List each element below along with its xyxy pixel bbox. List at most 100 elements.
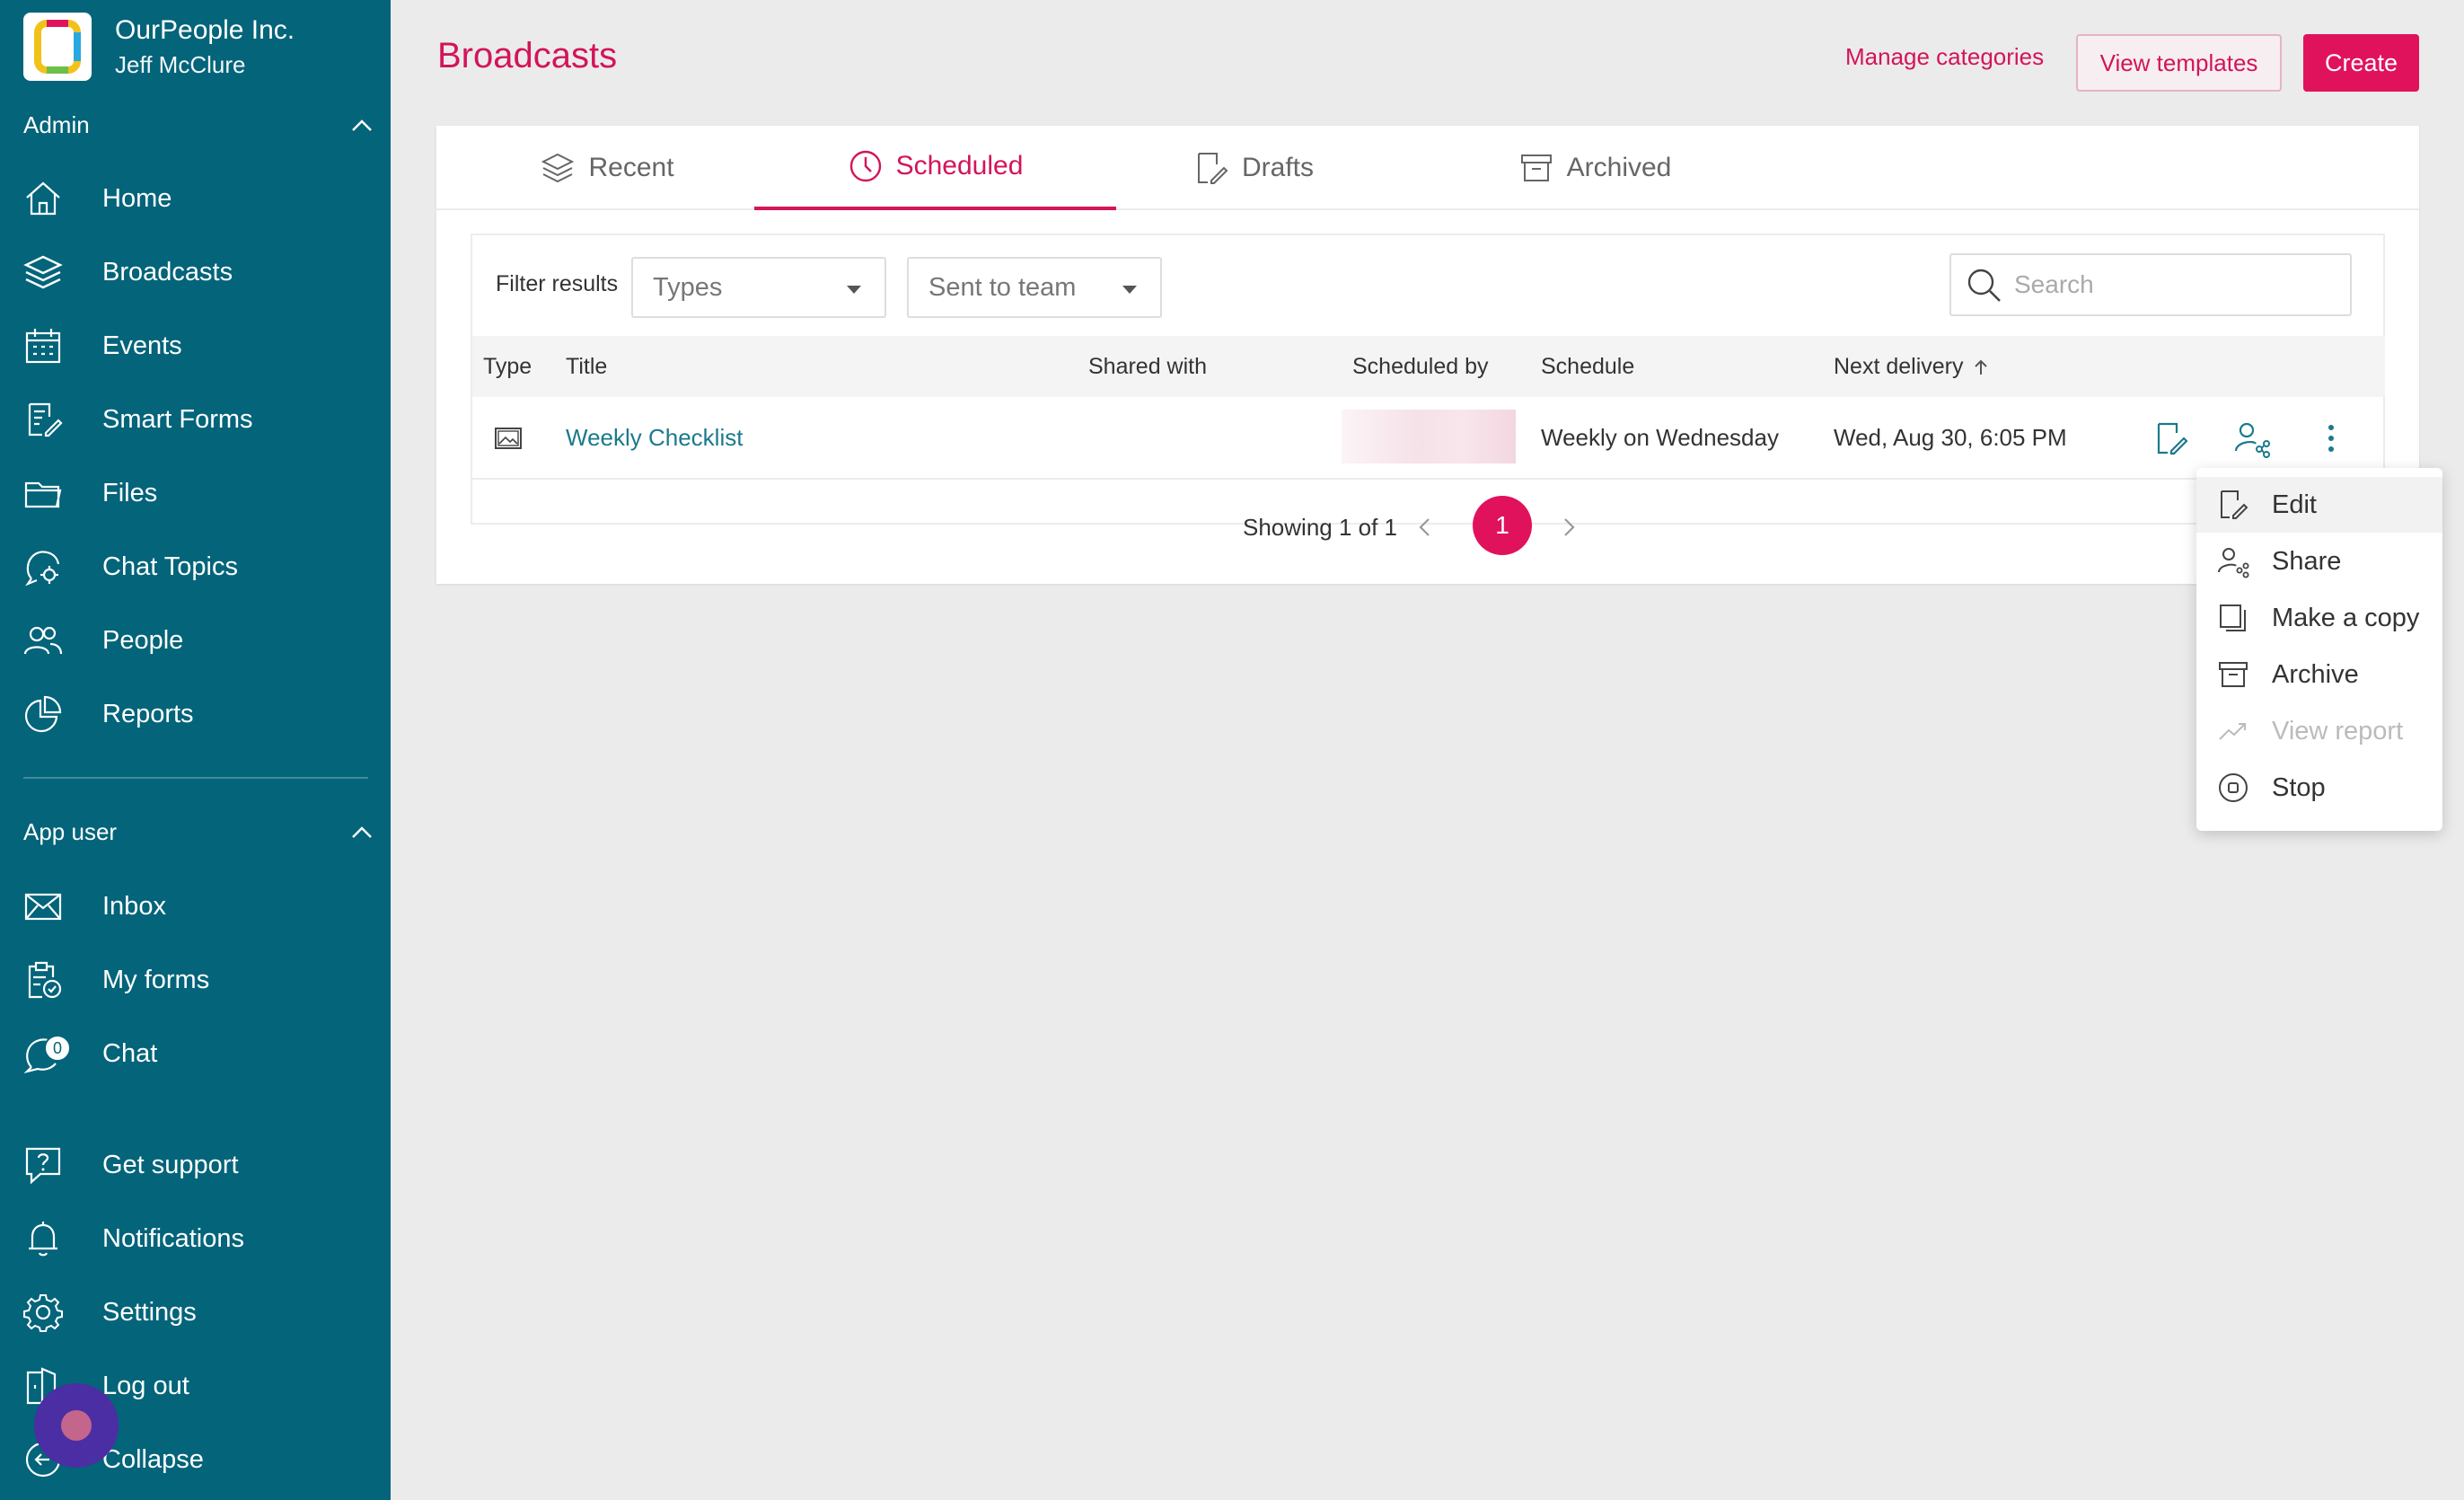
share-icon (2234, 422, 2270, 458)
layers-icon (541, 153, 575, 183)
pie-chart-icon (22, 693, 65, 736)
sidebar-item-chat[interactable]: 0 Chat (22, 1027, 157, 1081)
search-box[interactable] (1949, 253, 2352, 316)
sidebar-item-home[interactable]: Home (22, 172, 172, 225)
menu-item-make-a-copy[interactable]: Make a copy (2196, 590, 2442, 646)
pagination: Showing 1 of 1 1 (472, 496, 2385, 559)
chat-icon: 0 (22, 1032, 71, 1075)
sidebar-item-settings[interactable]: Settings (22, 1285, 197, 1339)
search-icon (1967, 269, 2001, 302)
edit-row-button[interactable] (2150, 417, 2193, 460)
view-templates-button[interactable]: View templates (2076, 34, 2282, 92)
sidebar-item-label: Chat (102, 1038, 158, 1068)
column-header-type[interactable]: Type (483, 354, 532, 380)
sidebar-item-broadcasts[interactable]: Broadcasts (22, 245, 233, 299)
column-header-schedule[interactable]: Schedule (1541, 354, 1634, 380)
manage-categories-link[interactable]: Manage categories (1845, 43, 2044, 71)
sidebar-item-files[interactable]: Files (22, 466, 157, 520)
menu-item-edit[interactable]: Edit (2196, 477, 2442, 533)
copy-icon (2220, 604, 2246, 631)
sidebar-item-reports[interactable]: Reports (22, 687, 194, 741)
brand[interactable]: OurPeople Inc. Jeff McClure (23, 13, 295, 81)
tab-label: Drafts (1241, 153, 1314, 182)
column-header-title[interactable]: Title (566, 354, 607, 380)
edit-icon (2221, 490, 2248, 519)
sent-to-team-select[interactable]: Sent to team (907, 257, 1162, 318)
tab-archived[interactable]: Archived (1505, 126, 1685, 210)
draft-icon (1197, 153, 1228, 184)
page-button-current[interactable]: 1 (1473, 496, 1532, 555)
menu-item-view-report: View report (2196, 703, 2442, 759)
table-header: Type Title Shared with Scheduled by Sche… (472, 336, 2385, 397)
floating-assistant-button[interactable] (34, 1383, 119, 1468)
tab-scheduled[interactable]: Scheduled (754, 126, 1116, 210)
tab-label: Recent (588, 153, 674, 182)
tab-recent[interactable]: Recent (526, 126, 688, 210)
sidebar-item-label: Collapse (102, 1444, 204, 1474)
trend-icon (2219, 723, 2246, 740)
archive-icon (2219, 662, 2248, 687)
menu-item-label: Make a copy (2272, 603, 2420, 632)
gear-icon (22, 1291, 65, 1334)
sidebar: OurPeople Inc. Jeff McClure Admin Home B… (0, 0, 391, 1500)
menu-item-stop[interactable]: Stop (2196, 760, 2442, 816)
sidebar-item-notifications[interactable]: Notifications (22, 1212, 244, 1266)
sidebar-item-chat-topics[interactable]: Chat Topics (22, 540, 238, 594)
column-header-shared-with[interactable]: Shared with (1088, 354, 1207, 380)
menu-item-share[interactable]: Share (2196, 534, 2442, 589)
column-header-next-delivery[interactable]: Next delivery (1834, 354, 1991, 380)
bell-icon (22, 1217, 65, 1260)
menu-item-label: Archive (2272, 659, 2359, 689)
tab-label: Scheduled (895, 151, 1024, 181)
app-user-section-header[interactable]: App user (23, 818, 374, 846)
sidebar-item-label: Chat Topics (102, 551, 238, 581)
archive-icon (1520, 154, 1552, 181)
sidebar-item-label: Broadcasts (102, 257, 233, 287)
chevron-up-icon (352, 825, 372, 838)
broadcast-title-link[interactable]: Weekly Checklist (566, 424, 743, 452)
stop-icon (2219, 773, 2248, 802)
chat-topics-icon (22, 545, 65, 588)
sidebar-item-label: Log out (102, 1371, 189, 1400)
sidebar-item-label: Get support (102, 1150, 239, 1179)
sort-ascending-icon (1974, 359, 1987, 375)
chevron-left-icon[interactable] (1412, 514, 1439, 541)
admin-section-label: Admin (23, 111, 90, 138)
tab-drafts[interactable]: Drafts (1182, 126, 1325, 210)
sidebar-item-label: Events (102, 331, 182, 360)
layers-icon (22, 251, 65, 294)
create-button[interactable]: Create (2303, 34, 2419, 92)
sidebar-item-get-support[interactable]: Get support (22, 1138, 239, 1192)
chevron-right-icon[interactable] (1555, 514, 1582, 541)
sent-to-team-select-value: Sent to team (928, 272, 1077, 302)
sidebar-item-smart-forms[interactable]: Smart Forms (22, 393, 253, 446)
people-icon (22, 619, 65, 662)
form-icon (22, 398, 65, 441)
more-actions-button[interactable] (2310, 417, 2353, 460)
folder-icon (22, 472, 65, 515)
sidebar-item-events[interactable]: Events (22, 319, 182, 373)
share-row-button[interactable] (2231, 417, 2274, 460)
sidebar-item-my-forms[interactable]: My forms (22, 953, 209, 1007)
types-select-value: Types (653, 272, 723, 302)
caret-down-icon (847, 286, 861, 294)
chat-unread-badge: 0 (44, 1035, 71, 1062)
sidebar-item-label: Home (102, 183, 172, 213)
sidebar-item-label: Smart Forms (102, 404, 253, 434)
sidebar-item-people[interactable]: People (22, 613, 183, 667)
sidebar-divider (23, 777, 368, 779)
admin-section-header[interactable]: Admin (23, 111, 374, 139)
column-header-scheduled-by[interactable]: Scheduled by (1352, 354, 1489, 380)
types-select[interactable]: Types (631, 257, 886, 318)
calendar-icon (22, 324, 65, 367)
menu-item-archive[interactable]: Archive (2196, 647, 2442, 702)
ourpeople-logo-icon (23, 13, 92, 81)
help-icon (22, 1143, 65, 1187)
sidebar-item-inbox[interactable]: Inbox (22, 879, 166, 933)
menu-item-label: Edit (2272, 490, 2317, 519)
broadcasts-card: Recent Scheduled Drafts Archived Filter … (436, 126, 2419, 584)
org-name: OurPeople Inc. (115, 15, 295, 45)
filter-row: Filter results Types Sent to team (472, 235, 2385, 336)
table-row[interactable]: Weekly Checklist Weekly on Wednesday Wed… (472, 397, 2385, 480)
search-input[interactable] (2014, 270, 2337, 299)
